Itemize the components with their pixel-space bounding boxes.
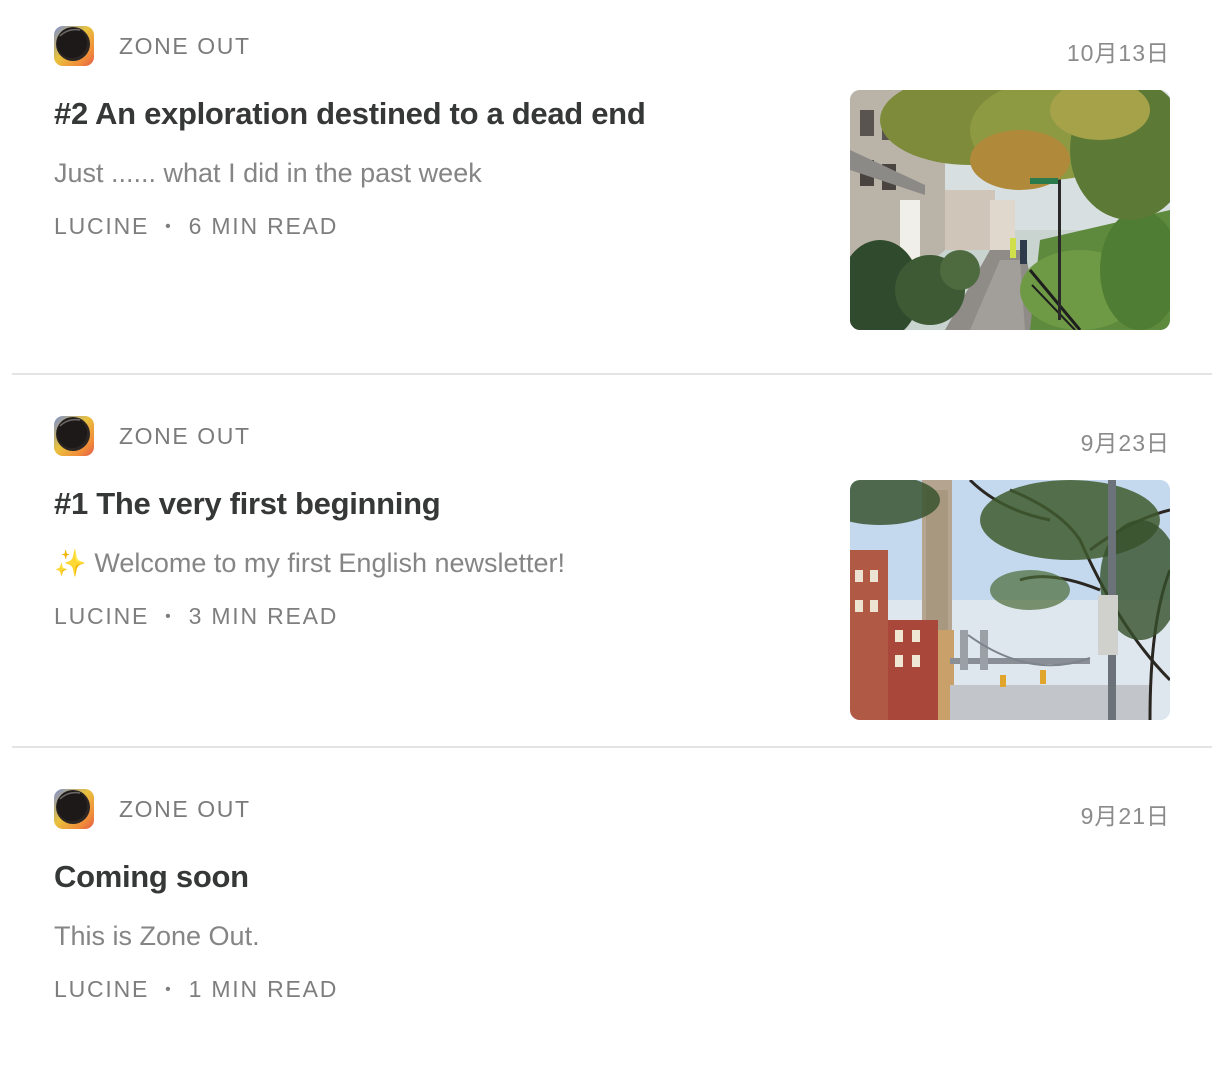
zone-out-logo-icon[interactable] <box>54 26 94 66</box>
post-date: 10月13日 <box>1066 40 1170 66</box>
post-subtitle-text: This is Zone Out. <box>54 921 260 951</box>
author-name[interactable]: LUCINE <box>54 603 149 630</box>
post-title[interactable]: #2 An exploration destined to a dead end <box>54 96 646 132</box>
post-subtitle: ✨ Welcome to my first English newsletter… <box>54 548 565 579</box>
post-subtitle-text: Just ...... what I did in the past week <box>54 158 482 188</box>
author-name[interactable]: LUCINE <box>54 213 149 240</box>
zone-out-logo-icon[interactable] <box>54 416 94 456</box>
post-date: 9月21日 <box>1080 803 1170 829</box>
meta-separator: • <box>165 980 173 998</box>
post-thumbnail[interactable] <box>850 480 1170 720</box>
publication-name[interactable]: ZONE OUT <box>119 423 251 450</box>
publication-row: ZONE OUT <box>54 416 251 456</box>
post-thumbnail[interactable] <box>850 90 1170 330</box>
post-card[interactable]: ZONE OUT 9月23日 #1 The very first beginni… <box>12 373 1212 746</box>
bridge-street-photo <box>850 480 1170 720</box>
post-feed: ZONE OUT 10月13日 #2 An exploration destin… <box>12 0 1212 1046</box>
post-subtitle: This is Zone Out. <box>54 921 260 952</box>
publication-name[interactable]: ZONE OUT <box>119 796 251 823</box>
read-time: 6 MIN READ <box>188 213 339 239</box>
post-subtitle-text: Welcome to my first English newsletter! <box>94 548 566 578</box>
post-card[interactable]: ZONE OUT 9月21日 Coming soon This is Zone … <box>12 746 1212 1046</box>
post-meta: LUCINE • 6 MIN READ <box>54 213 338 240</box>
read-time: 3 MIN READ <box>188 603 339 629</box>
publication-name[interactable]: ZONE OUT <box>119 33 251 60</box>
post-meta: LUCINE • 1 MIN READ <box>54 976 338 1003</box>
zone-out-logo-icon[interactable] <box>54 789 94 829</box>
read-time: 1 MIN READ <box>188 976 339 1002</box>
publication-row: ZONE OUT <box>54 26 251 66</box>
author-name[interactable]: LUCINE <box>54 976 149 1003</box>
post-date: 9月23日 <box>1080 430 1170 456</box>
post-subtitle: Just ...... what I did in the past week <box>54 158 482 189</box>
meta-separator: • <box>165 217 173 235</box>
post-title[interactable]: #1 The very first beginning <box>54 486 441 522</box>
meta-separator: • <box>165 607 173 625</box>
post-title[interactable]: Coming soon <box>54 859 249 895</box>
street-trees-photo <box>850 90 1170 330</box>
sparkles-icon: ✨ <box>54 548 87 578</box>
post-card[interactable]: ZONE OUT 10月13日 #2 An exploration destin… <box>12 0 1212 373</box>
publication-row: ZONE OUT <box>54 789 251 829</box>
post-meta: LUCINE • 3 MIN READ <box>54 603 338 630</box>
